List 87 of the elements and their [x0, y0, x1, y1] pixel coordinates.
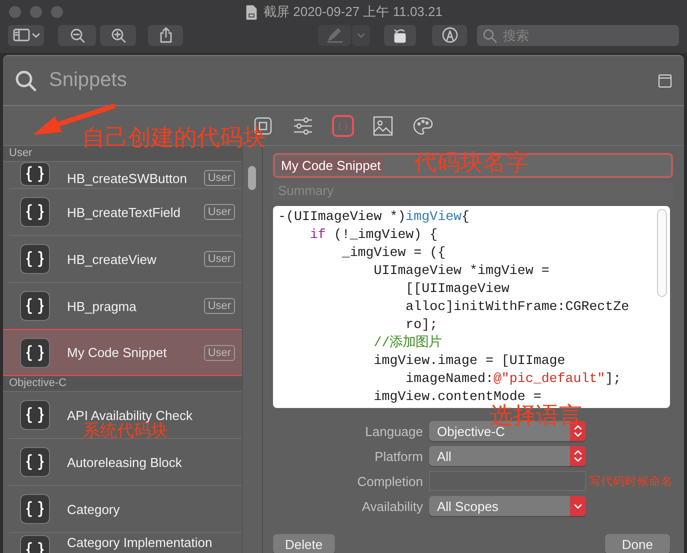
code-line: imageNamed:@"pic_default"]; [404, 370, 622, 388]
library-tab[interactable] [292, 114, 314, 136]
snippet-name: HB_createView [67, 252, 158, 266]
chevron-down-icon [32, 32, 40, 38]
delete-button[interactable]: Delete [273, 534, 335, 553]
user-badge: User [204, 170, 236, 186]
chevron-down-icon [570, 496, 586, 516]
scrollbar[interactable] [242, 146, 263, 553]
snippet-name: HB_createSWButton [67, 171, 188, 186]
scroll-thumb[interactable] [248, 166, 256, 190]
snippet-name: My Code Snippet [67, 345, 168, 360]
search-icon[interactable] [15, 70, 37, 92]
braces-icon [20, 447, 50, 477]
section-header: Objective-C [3, 376, 242, 392]
code-line: if (!_imgView) { [308, 226, 439, 244]
snippets-search-field[interactable]: Snippets [47, 68, 658, 93]
field-label: Completion [356, 474, 423, 488]
markup-menu-button[interactable] [352, 24, 370, 46]
braces-icon [20, 338, 50, 368]
zoom-out-icon [70, 28, 84, 42]
chevron-down-icon [357, 32, 365, 38]
user-badge: User [204, 251, 236, 267]
braces-icon [20, 197, 50, 227]
braces-icon [20, 162, 50, 186]
code-line: -(UIImageView *)imgView{ [278, 208, 471, 226]
code-line: [[UIImageView [404, 280, 510, 298]
snippet-item[interactable]: HB_createSWButton User [9, 162, 242, 189]
snippet-name: Category [67, 502, 121, 516]
zoom-out-button[interactable] [58, 24, 96, 46]
field-label: Platform [374, 448, 423, 464]
rotate-icon [392, 27, 408, 43]
rotate-button[interactable] [384, 24, 416, 46]
user-badge: User [204, 344, 236, 360]
snippet-name: HB_pragma [67, 298, 138, 314]
code-line: alloc]initWithFrame:CGRectZe [404, 298, 630, 316]
braces-icon [20, 244, 50, 274]
image-icon [373, 116, 393, 136]
markup-button[interactable] [318, 24, 351, 46]
snippet-name: HB_createTextField [67, 204, 182, 220]
annotate-button[interactable] [432, 24, 467, 46]
code-line: _imgView = ({ [340, 244, 447, 262]
user-badge: User [204, 298, 236, 314]
user-badge: User [204, 204, 236, 220]
snippet-item[interactable]: My Code Snippet User [3, 329, 242, 376]
snippet-name: Autoreleasing Block [67, 454, 183, 470]
braces-icon [20, 291, 50, 321]
code-line: //添加图片 [372, 334, 443, 352]
braces-icon [20, 494, 50, 524]
zoom-in-button[interactable] [100, 24, 136, 46]
zoom-in-icon [110, 28, 126, 42]
snippet-item[interactable]: HB_createView User [9, 236, 242, 283]
snippet-name: Category Implementation [67, 535, 214, 550]
window-icon[interactable] [658, 74, 672, 88]
annotation-text: 系统代码块 [83, 422, 168, 439]
pen-tip-icon [442, 27, 458, 43]
annotation-text: 代码块名字 [414, 151, 529, 174]
snippet-item[interactable]: Category [9, 486, 242, 533]
sidebar-button[interactable] [8, 24, 44, 46]
sidebar-icon [12, 28, 30, 42]
code-line: imgView.image = [UIImage [372, 352, 566, 370]
share-icon [158, 27, 172, 43]
done-button[interactable]: Done [604, 534, 670, 553]
search-icon [483, 28, 497, 42]
snippet-name: API Availability Check [67, 408, 194, 422]
field-label: Availability [360, 498, 423, 514]
braces-icon [20, 400, 50, 430]
annotation-text: 自己创建的代码块 [82, 126, 266, 149]
code-line: ro]; [404, 316, 439, 334]
field-label: Language [364, 424, 423, 438]
popup-button[interactable]: All [429, 446, 586, 466]
sliders-icon [293, 116, 313, 136]
palette-icon [413, 116, 433, 136]
library-tab[interactable] [412, 114, 434, 136]
library-tab[interactable] [372, 114, 394, 136]
stepper-icon [570, 446, 586, 466]
code-line: UIImageView *imgView = [372, 262, 550, 280]
snippet-item[interactable]: API Availability Check 系统代码块 [9, 392, 242, 439]
annotation-text: 写代码时候命名 [589, 474, 673, 488]
document-icon [244, 4, 258, 20]
snippet-item[interactable]: HB_createTextField User [9, 189, 242, 236]
snippet-item[interactable]: Autoreleasing Block [9, 439, 242, 486]
pen-icon [326, 27, 342, 43]
pulldown-button[interactable]: All Scopes [429, 496, 586, 516]
code-line: imgView.contentMode = [372, 388, 542, 404]
share-button[interactable] [148, 24, 183, 46]
snippet-item[interactable]: Category Implementation [9, 533, 242, 553]
window-title: 截屏 2020-09-27 上午 11.03.21 [264, 3, 442, 21]
